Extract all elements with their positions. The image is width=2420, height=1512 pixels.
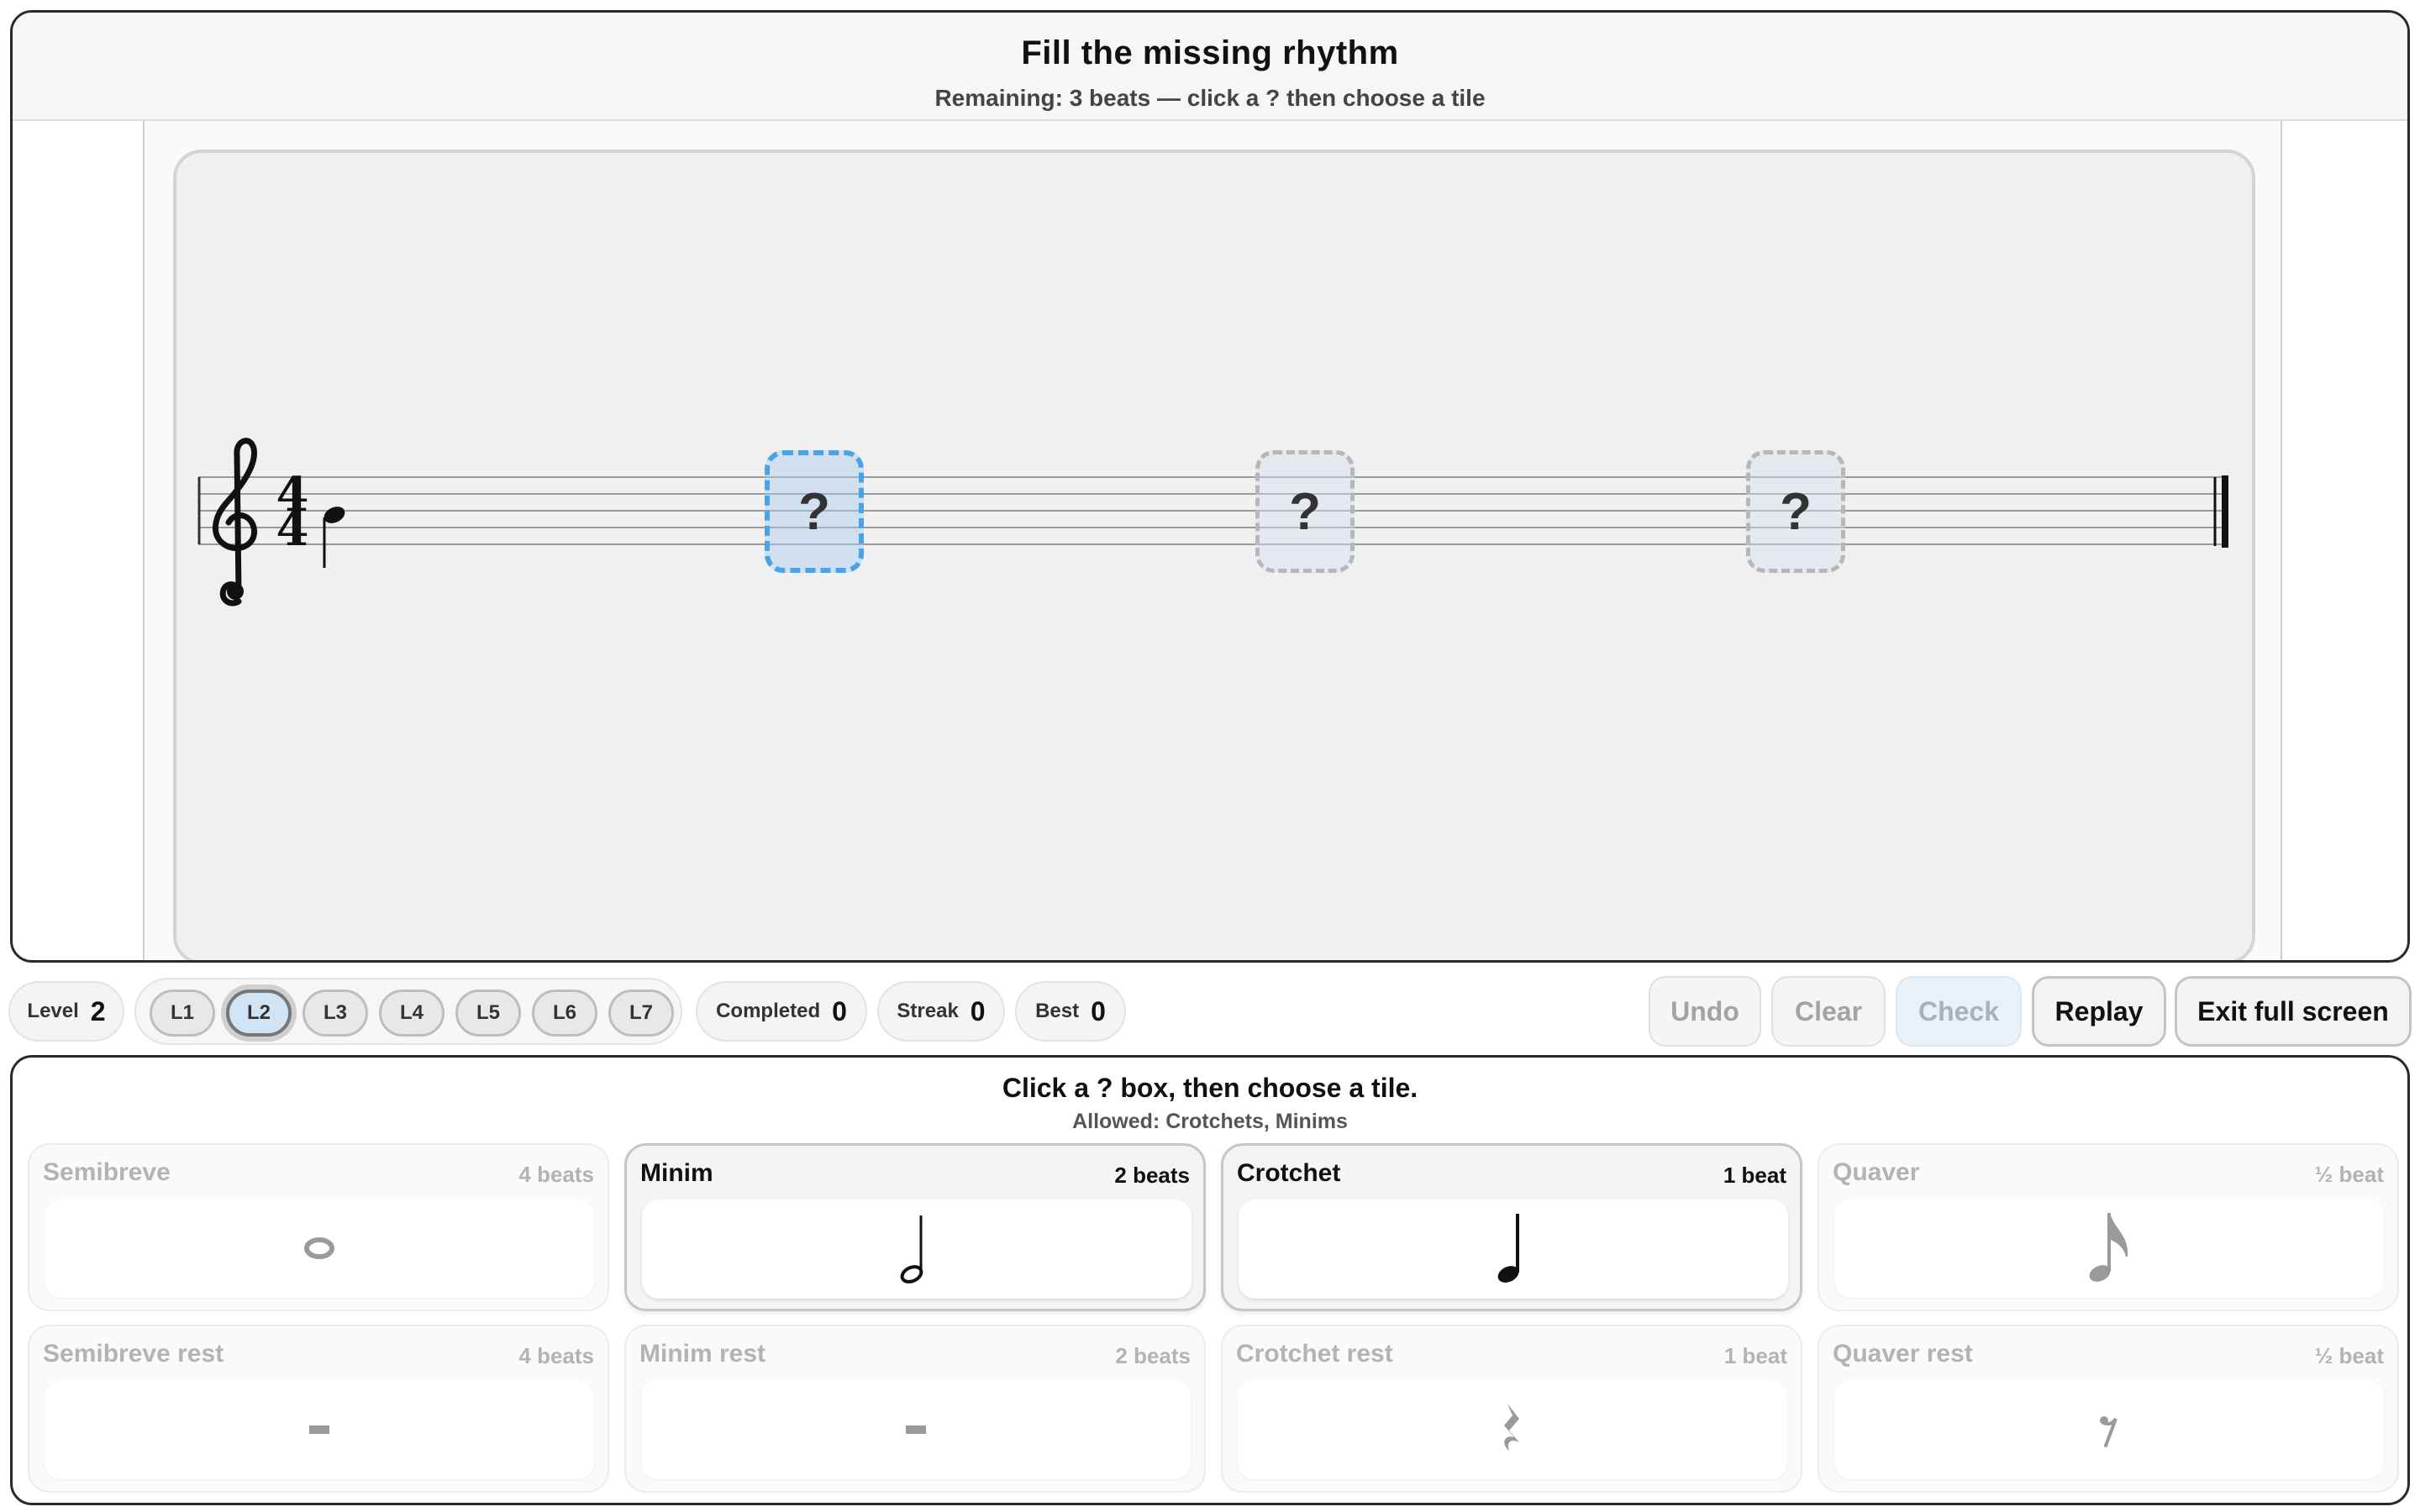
time-signature-bottom: 4 xyxy=(276,501,309,557)
tile-glyph-area xyxy=(1239,1200,1788,1299)
tile-glyph-area xyxy=(45,1380,594,1479)
tile-quaver-rest[interactable]: Quaver rest ½ beat xyxy=(1818,1325,2399,1493)
tile-crotchet-rest[interactable]: Crotchet rest 1 beat xyxy=(1221,1325,1802,1493)
completed-label: Completed xyxy=(716,1000,821,1022)
score-header: Fill the missing rhythm Remaining: 3 bea… xyxy=(13,13,2407,121)
slot-question-mark: ? xyxy=(1289,482,1321,541)
staff-lines xyxy=(198,476,2227,545)
tile-name: Quaver rest xyxy=(1833,1340,1973,1368)
level-value: 2 xyxy=(90,995,106,1026)
completed-value: 0 xyxy=(832,995,847,1026)
semibreve-icon xyxy=(304,1237,334,1259)
slot-question-mark: ? xyxy=(1780,482,1812,541)
time-signature: 4 4 xyxy=(276,467,309,557)
level-button-l6[interactable]: L6 xyxy=(532,990,597,1037)
crotchet-rest-icon xyxy=(1504,1404,1519,1451)
treble-clef-icon xyxy=(213,438,258,606)
quaver-icon xyxy=(2089,1212,2128,1282)
quaver-rest-icon xyxy=(2100,1416,2118,1447)
best-label: Best xyxy=(1035,1000,1080,1022)
level-indicator: Level 2 xyxy=(8,981,124,1042)
tile-minim[interactable]: Minim 2 beats xyxy=(624,1143,1206,1311)
staff: 4 4 xyxy=(197,438,2228,606)
rhythm-slot-2[interactable]: ? xyxy=(1255,450,1355,573)
slot-question-mark: ? xyxy=(798,482,830,541)
remaining-status: Remaining: 3 beats — click a ? then choo… xyxy=(934,85,1486,111)
tile-beats: ½ beat xyxy=(2314,1343,2384,1368)
streak-counter: Streak 0 xyxy=(877,981,1005,1042)
level-button-l3[interactable]: L3 xyxy=(302,990,368,1037)
streak-value: 0 xyxy=(970,995,986,1026)
exit-full-screen-button[interactable]: Exit full screen xyxy=(2175,976,2412,1047)
tile-name: Minim xyxy=(640,1159,713,1187)
tile-minim-rest[interactable]: Minim rest 2 beats xyxy=(624,1325,1206,1493)
minim-icon xyxy=(900,1215,923,1284)
tile-beats: ½ beat xyxy=(2314,1162,2384,1187)
control-bar: Level 2 L1 L2 L3 L4 L5 L6 L7 Completed 0… xyxy=(0,973,2420,1052)
level-button-l2[interactable]: L2 xyxy=(226,990,292,1037)
tile-name: Quaver xyxy=(1833,1158,1920,1186)
tile-crotchet[interactable]: Crotchet 1 beat xyxy=(1221,1143,1802,1311)
tile-glyph-area xyxy=(642,1200,1192,1299)
tile-name: Crotchet rest xyxy=(1236,1340,1393,1368)
best-counter: Best 0 xyxy=(1015,981,1126,1042)
staff-card: 4 4 ? ? ? xyxy=(173,150,2255,960)
tile-glyph-area xyxy=(1834,1380,2384,1479)
score-stage: 4 4 ? ? ? xyxy=(143,121,2282,960)
score-panel: Fill the missing rhythm Remaining: 3 bea… xyxy=(10,10,2410,963)
rhythm-slot-3[interactable]: ? xyxy=(1746,450,1845,573)
tile-name: Crotchet xyxy=(1237,1159,1341,1187)
tile-quaver[interactable]: Quaver ½ beat xyxy=(1818,1143,2399,1311)
tile-palette-panel: Click a ? box, then choose a tile. Allow… xyxy=(10,1055,2410,1505)
level-button-l5[interactable]: L5 xyxy=(455,990,521,1037)
tile-beats: 1 beat xyxy=(1723,1163,1786,1188)
tile-name: Semibreve rest xyxy=(43,1340,224,1368)
tile-glyph-area xyxy=(1834,1199,2384,1298)
minim-rest-icon xyxy=(906,1425,926,1434)
level-button-l7[interactable]: L7 xyxy=(608,990,674,1037)
streak-label: Streak xyxy=(897,1000,959,1022)
tile-beats: 4 beats xyxy=(518,1162,594,1187)
level-button-l4[interactable]: L4 xyxy=(379,990,445,1037)
tile-name: Semibreve xyxy=(43,1158,171,1186)
allowed-values: Allowed: Crotchets, Minims xyxy=(1072,1110,1348,1133)
tile-glyph-area xyxy=(1238,1380,1787,1479)
undo-button[interactable]: Undo xyxy=(1649,976,1761,1047)
tile-beats: 4 beats xyxy=(518,1343,594,1368)
replay-button[interactable]: Replay xyxy=(2032,976,2166,1047)
palette-instruction: Click a ? box, then choose a tile. xyxy=(1002,1073,1418,1103)
tile-glyph-area xyxy=(641,1380,1191,1479)
tile-glyph-area xyxy=(45,1199,594,1298)
level-selector: L1 L2 L3 L4 L5 L6 L7 xyxy=(134,978,682,1045)
page-title: Fill the missing rhythm xyxy=(1021,34,1399,71)
best-value: 0 xyxy=(1091,995,1106,1026)
tile-semibreve-rest[interactable]: Semibreve rest 4 beats xyxy=(28,1325,609,1493)
tile-beats: 1 beat xyxy=(1723,1343,1787,1368)
level-button-l1[interactable]: L1 xyxy=(150,990,215,1037)
crotchet-icon xyxy=(1497,1214,1519,1283)
tile-name: Minim rest xyxy=(639,1340,766,1368)
completed-counter: Completed 0 xyxy=(696,981,867,1042)
given-crotchet-note xyxy=(323,507,345,568)
tile-beats: 2 beats xyxy=(1114,1163,1190,1188)
tile-beats: 2 beats xyxy=(1115,1343,1191,1368)
check-button[interactable]: Check xyxy=(1896,976,2022,1047)
tile-semibreve[interactable]: Semibreve 4 beats xyxy=(28,1143,609,1311)
rhythm-slot-1[interactable]: ? xyxy=(765,450,864,573)
semibreve-rest-icon xyxy=(309,1425,329,1434)
clear-button[interactable]: Clear xyxy=(1771,976,1886,1047)
level-label: Level xyxy=(27,1000,79,1022)
